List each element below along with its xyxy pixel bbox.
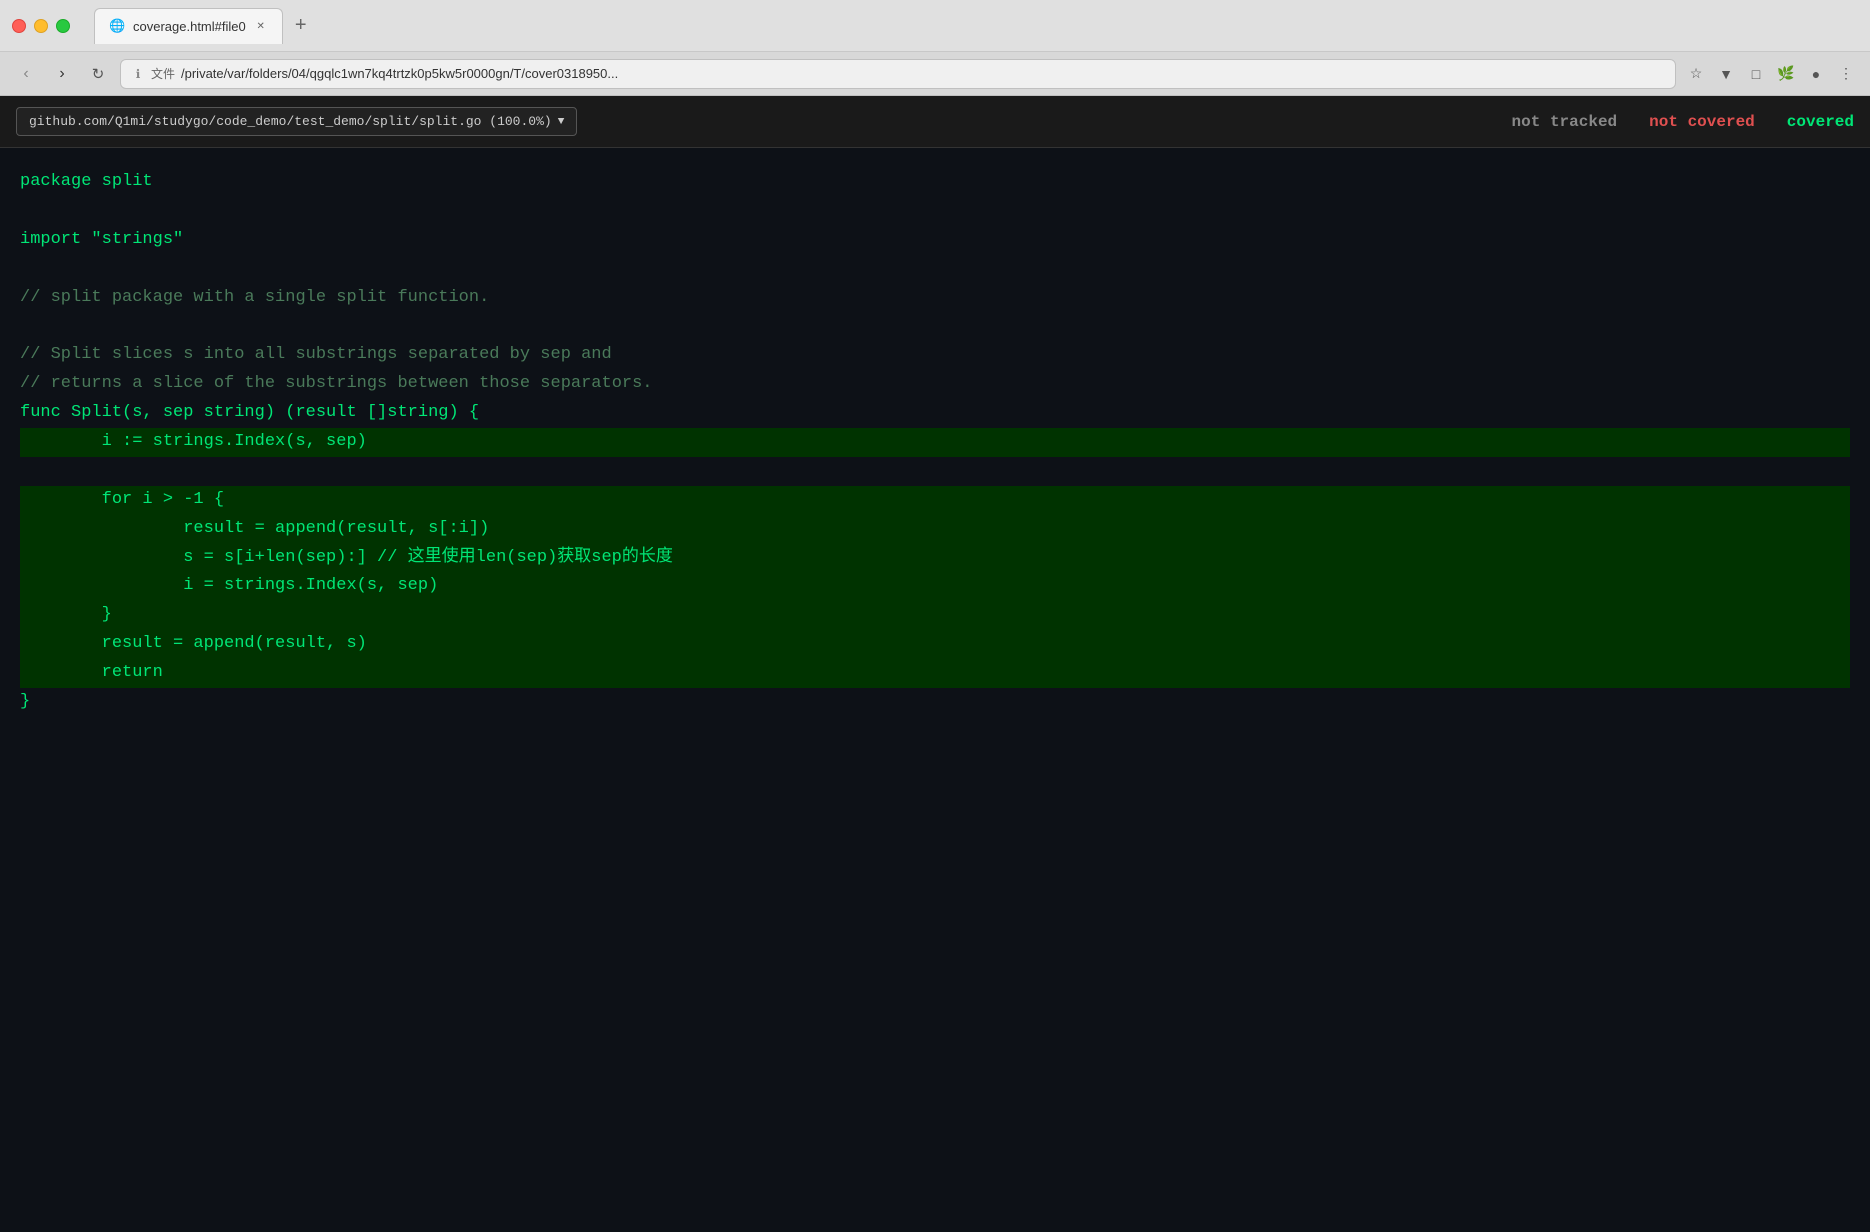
code-line: }	[20, 601, 1850, 630]
forward-button[interactable]: ›	[48, 60, 76, 88]
address-prefix: 文件	[151, 65, 175, 82]
extension4-icon[interactable]: ●	[1804, 62, 1828, 86]
reload-button[interactable]: ↻	[84, 60, 112, 88]
code-line	[20, 312, 1850, 341]
code-line: result = append(result, s[:i])	[20, 515, 1850, 544]
info-icon: ℹ	[131, 67, 145, 81]
back-button[interactable]: ‹	[12, 60, 40, 88]
code-line: for i > -1 {	[20, 486, 1850, 515]
active-tab[interactable]: 🌐 coverage.html#file0 ✕	[94, 8, 283, 44]
bookmark-icon[interactable]: ☆	[1684, 62, 1708, 86]
toolbar-actions: ☆ ▼ □ 🌿 ● ⋮	[1684, 62, 1858, 86]
code-area: package split import "strings" // split …	[0, 148, 1870, 1232]
new-tab-button[interactable]: +	[287, 12, 315, 40]
tab-favicon-icon: 🌐	[109, 18, 125, 34]
code-line: // split package with a single split fun…	[20, 284, 1850, 313]
legend-covered: covered	[1787, 113, 1854, 131]
titlebar: 🌐 coverage.html#file0 ✕ +	[0, 0, 1870, 52]
file-selector-text: github.com/Q1mi/studygo/code_demo/test_d…	[29, 114, 552, 129]
code-line: package split	[20, 168, 1850, 197]
dropdown-arrow-icon: ▼	[558, 116, 565, 128]
minimize-button[interactable]	[34, 19, 48, 33]
code-line: func Split(s, sep string) (result []stri…	[20, 399, 1850, 428]
close-button[interactable]	[12, 19, 26, 33]
code-line: // Split slices s into all substrings se…	[20, 341, 1850, 370]
evernote-icon[interactable]: 🌿	[1774, 62, 1798, 86]
code-line: import "strings"	[20, 226, 1850, 255]
address-text: /private/var/folders/04/qgqlc1wn7kq4trtz…	[181, 66, 1665, 81]
tab-close-button[interactable]: ✕	[254, 19, 268, 33]
code-line: result = append(result, s)	[20, 630, 1850, 659]
code-line: return	[20, 659, 1850, 688]
extension1-icon[interactable]: ▼	[1714, 62, 1738, 86]
legend-not-covered: not covered	[1649, 113, 1755, 131]
code-line: // returns a slice of the substrings bet…	[20, 370, 1850, 399]
tab-title: coverage.html#file0	[133, 19, 246, 34]
code-line	[20, 457, 1850, 486]
traffic-lights	[12, 19, 70, 33]
code-line: i = strings.Index(s, sep)	[20, 572, 1850, 601]
menu-icon[interactable]: ⋮	[1834, 62, 1858, 86]
code-line: i := strings.Index(s, sep)	[20, 428, 1850, 457]
code-line: }	[20, 688, 1850, 717]
coverage-legend: not tracked not covered covered	[1512, 113, 1854, 131]
address-bar[interactable]: ℹ 文件 /private/var/folders/04/qgqlc1wn7kq…	[120, 59, 1676, 89]
code-line	[20, 255, 1850, 284]
extension2-icon[interactable]: □	[1744, 62, 1768, 86]
code-line	[20, 197, 1850, 226]
coverage-bar: github.com/Q1mi/studygo/code_demo/test_d…	[0, 96, 1870, 148]
tab-bar: 🌐 coverage.html#file0 ✕ +	[94, 8, 1858, 44]
legend-not-tracked: not tracked	[1512, 113, 1618, 131]
code-line: s = s[i+len(sep):] // 这里使用len(sep)获取sep的…	[20, 544, 1850, 573]
file-selector[interactable]: github.com/Q1mi/studygo/code_demo/test_d…	[16, 107, 577, 136]
maximize-button[interactable]	[56, 19, 70, 33]
toolbar: ‹ › ↻ ℹ 文件 /private/var/folders/04/qgqlc…	[0, 52, 1870, 96]
